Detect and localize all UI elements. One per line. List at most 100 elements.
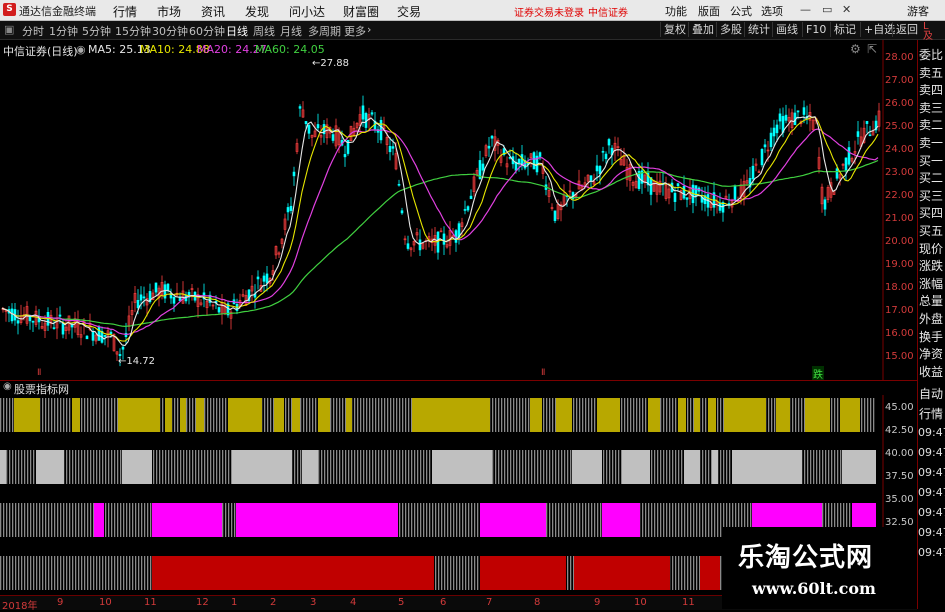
- price-tick: 15.00: [885, 351, 914, 362]
- date-tick: 7: [486, 597, 493, 608]
- menu-quotes[interactable]: 行情: [113, 3, 137, 20]
- price-tick: 17.00: [885, 305, 914, 316]
- sidebar-tab[interactable]: L及: [923, 22, 933, 42]
- price-tick: 22.00: [885, 190, 914, 201]
- menu-wealth[interactable]: 财富圈: [343, 3, 379, 20]
- menu-market[interactable]: 市场: [157, 3, 181, 20]
- tick-time: 09:47: [918, 426, 945, 439]
- mark-button[interactable]: 标记: [830, 22, 859, 37]
- price-tick: 16.00: [885, 328, 914, 339]
- restore-icon[interactable]: ▭: [822, 3, 832, 16]
- quote-field-label: 换手: [919, 329, 944, 344]
- guest-user[interactable]: 游客: [907, 3, 929, 19]
- watermark: 乐淘公式网 www.60lt.com: [722, 527, 917, 609]
- date-tick: 4: [350, 597, 357, 608]
- watermark-url: www.60lt.com: [752, 579, 876, 598]
- period-1min[interactable]: 1分钟: [49, 23, 78, 39]
- app-logo-icon: S: [3, 3, 16, 16]
- price-tick: 26.00: [885, 98, 914, 109]
- statistics-button[interactable]: 统计: [744, 22, 773, 37]
- menu-ask[interactable]: 问小达: [289, 3, 325, 20]
- price-tick: 28.00: [885, 52, 914, 63]
- date-tick: 11: [682, 597, 695, 608]
- menu-bar: S 通达信金融终端 行情 市场 资讯 发现 问小达 财富圈 交易 证券交易未登录…: [0, 0, 945, 21]
- period-weekly[interactable]: 周线: [253, 23, 275, 39]
- quote-field-label: 卖四: [919, 83, 944, 98]
- date-tick: 10: [634, 597, 647, 608]
- period-multi[interactable]: 多周期: [308, 23, 341, 39]
- quote-field-label: 买五: [919, 224, 944, 238]
- app-title: 通达信金融终端: [19, 5, 96, 18]
- sidebar-mode-label[interactable]: 行情: [919, 405, 943, 422]
- period-more[interactable]: 更多: [344, 23, 366, 39]
- sidebar-mode-label[interactable]: 自动: [919, 385, 943, 402]
- indicator-collapse-icon[interactable]: ◉: [3, 381, 12, 392]
- broker-name[interactable]: 中信证券: [588, 4, 628, 19]
- tick-time: 09:47: [918, 526, 945, 539]
- period-15min[interactable]: 15分钟: [115, 23, 151, 39]
- tick-time: 09:47: [918, 446, 945, 459]
- login-notice[interactable]: 证券交易未登录: [514, 4, 584, 19]
- period-monthly[interactable]: 月线: [280, 23, 302, 39]
- tick-time: 09:47: [918, 506, 945, 519]
- candlestick-chart[interactable]: [0, 40, 917, 380]
- quote-field-label: 卖一: [919, 136, 944, 150]
- signal-marker: 跌: [812, 366, 824, 381]
- quote-field-label: 卖五: [919, 65, 944, 80]
- minimize-icon[interactable]: —: [800, 3, 811, 16]
- back-button[interactable]: 返回: [892, 22, 921, 37]
- tick-time: 09:47: [918, 466, 945, 479]
- date-tick: 11: [144, 597, 157, 608]
- menu-trade[interactable]: 交易: [397, 3, 421, 20]
- quote-field-label: 净资: [919, 347, 944, 362]
- multi-stock-button[interactable]: 多股: [716, 22, 745, 37]
- menu-news[interactable]: 资讯: [201, 3, 225, 20]
- f10-button[interactable]: F10: [802, 22, 829, 37]
- period-toolbar: ▣ 分时 1分钟 5分钟 15分钟 30分钟 60分钟 日线 周线 月线 多周期…: [0, 21, 945, 40]
- period-30min[interactable]: 30分钟: [152, 23, 188, 39]
- menu-discover[interactable]: 发现: [245, 3, 269, 20]
- price-tick: 19.00: [885, 259, 914, 270]
- date-tick: 5: [398, 597, 405, 608]
- menu-function[interactable]: 功能: [665, 3, 687, 19]
- period-5min[interactable]: 5分钟: [82, 23, 111, 39]
- quote-field-label: 涨幅: [919, 276, 944, 291]
- quote-field-label: 委比: [919, 48, 944, 62]
- period-daily[interactable]: 日线: [226, 23, 248, 39]
- quote-field-label: 买三: [919, 188, 944, 203]
- period-60min[interactable]: 60分钟: [189, 23, 225, 39]
- indicator-tick: 45.00: [885, 402, 914, 413]
- draw-line-button[interactable]: 画线: [772, 22, 801, 37]
- layout-icon[interactable]: ▣: [4, 23, 14, 36]
- adjust-button[interactable]: 复权: [660, 22, 689, 37]
- quote-field-label: 外盘: [919, 312, 944, 326]
- menu-layout[interactable]: 版面: [698, 3, 720, 19]
- indicator-header: ◉ 股票指标网: [0, 380, 917, 396]
- quote-field-label: 现价: [919, 241, 944, 256]
- overlay-button[interactable]: 叠加: [688, 22, 717, 37]
- quote-field-label: 买四: [919, 206, 944, 221]
- price-tick: 23.00: [885, 167, 914, 178]
- low-price-label: ←14.72: [118, 356, 156, 367]
- indicator-tick: 42.50: [885, 425, 914, 436]
- price-tick: 24.00: [885, 144, 914, 155]
- price-tick: 18.00: [885, 282, 914, 293]
- watermark-name: 乐淘公式网: [738, 543, 874, 573]
- menu-formula[interactable]: 公式: [730, 3, 752, 19]
- quote-field-label: 卖二: [919, 118, 944, 133]
- quote-field-label: 总量: [919, 294, 944, 309]
- chevron-right-icon[interactable]: ›: [367, 23, 371, 36]
- date-tick: 8: [534, 597, 541, 608]
- menu-options[interactable]: 选项: [761, 3, 783, 19]
- quote-field-label: 买二: [919, 171, 944, 186]
- close-icon[interactable]: ✕: [842, 3, 851, 16]
- date-tick: 9: [594, 597, 601, 608]
- date-tick: 2: [270, 597, 277, 608]
- date-tick: 3: [310, 597, 317, 608]
- date-tick: 10: [99, 597, 112, 608]
- period-tick[interactable]: 分时: [22, 23, 44, 39]
- date-tick: 12: [196, 597, 209, 608]
- price-tick: 25.00: [885, 121, 914, 132]
- high-price-label: ←27.88: [312, 58, 350, 69]
- date-tick: 6: [440, 597, 447, 608]
